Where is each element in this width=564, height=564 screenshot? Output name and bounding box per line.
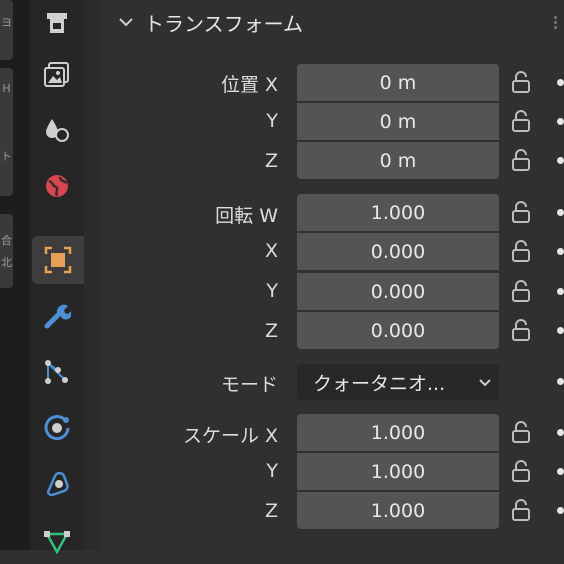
constraints-tab[interactable]	[30, 460, 84, 508]
lock-icon[interactable]	[510, 420, 532, 444]
keyframe-dot[interactable]	[557, 79, 564, 86]
keyframe-dot[interactable]	[557, 209, 564, 216]
world-tab[interactable]	[30, 162, 84, 210]
lock-icon[interactable]	[510, 239, 532, 263]
chevron-down-icon	[479, 379, 491, 387]
properties-tab-column	[30, 0, 84, 554]
constraints-icon	[46, 471, 69, 497]
location-x-label: 位置 X	[220, 74, 278, 96]
modifier-tab[interactable]	[30, 292, 84, 340]
location-z-label: Z	[264, 150, 278, 172]
keyframe-dot[interactable]	[557, 118, 564, 125]
panel-header[interactable]: トランスフォーム	[100, 0, 564, 44]
wrench-icon	[44, 304, 71, 329]
rotation-z-label: Z	[264, 320, 278, 342]
drag-handle-icon[interactable]	[554, 14, 558, 30]
keyframe-dot[interactable]	[557, 429, 564, 436]
render-tab[interactable]	[30, 0, 84, 48]
lock-icon[interactable]	[510, 459, 532, 483]
sidebar-tab-label: ヨ	[1, 16, 12, 29]
location-x-field[interactable]: 0 m	[297, 64, 499, 101]
scale-z-label: Z	[264, 500, 278, 522]
lock-icon[interactable]	[510, 279, 532, 303]
sidebar-tab-label: H	[2, 82, 11, 95]
rotation-mode-value: クォータニオ...	[313, 372, 446, 395]
rotation-x-label: X	[264, 240, 278, 262]
scale-x-field[interactable]: 1.000	[297, 414, 499, 451]
rotation-y-field[interactable]: 0.000	[297, 273, 499, 310]
lock-icon[interactable]	[510, 70, 532, 94]
keyframe-dot[interactable]	[557, 248, 564, 255]
sidebar-tab[interactable]: ヨ	[0, 0, 13, 60]
rotation-mode-dropdown[interactable]: クォータニオ...	[297, 364, 499, 400]
rotation-w-field[interactable]: 1.000	[297, 194, 499, 231]
scale-y-field[interactable]: 1.000	[297, 453, 499, 490]
lock-icon[interactable]	[510, 498, 532, 522]
particles-tab[interactable]	[30, 348, 84, 396]
location-y-label: Y	[266, 110, 278, 132]
keyframe-dot[interactable]	[557, 288, 564, 295]
keyframe-dot[interactable]	[557, 468, 564, 475]
rotation-x-field[interactable]: 0.000	[297, 233, 499, 270]
location-z-field[interactable]: 0 m	[297, 142, 499, 179]
render-icon	[47, 13, 67, 33]
output-icon	[44, 62, 69, 87]
panel-gutter	[84, 0, 100, 550]
keyframe-dot[interactable]	[557, 157, 564, 164]
object-icon	[44, 246, 72, 274]
world-icon	[46, 175, 68, 197]
keyframe-dot[interactable]	[557, 378, 564, 385]
transform-panel: トランスフォーム 位置 X 0 m Y 0 m Z 0 m 回転 W 1.000…	[100, 0, 564, 550]
data-tab[interactable]	[30, 516, 84, 564]
particles-icon	[45, 360, 68, 384]
lock-icon[interactable]	[510, 200, 532, 224]
rotation-w-label: 回転 W	[215, 205, 278, 227]
output-tab[interactable]	[30, 50, 84, 98]
physics-icon	[44, 415, 70, 441]
viewport-sidebar-tabs: ヨ H ト 合 北	[0, 0, 30, 550]
location-y-field[interactable]: 0 m	[297, 103, 499, 140]
rotation-mode-label: モード	[220, 374, 278, 396]
lock-icon[interactable]	[510, 318, 532, 342]
physics-tab[interactable]	[30, 404, 84, 452]
scale-z-field[interactable]: 1.000	[297, 492, 499, 529]
sidebar-tab[interactable]: H ト	[0, 68, 13, 196]
keyframe-dot[interactable]	[557, 507, 564, 514]
keyframe-dot[interactable]	[557, 327, 564, 334]
sidebar-tab[interactable]: 合 北	[0, 214, 13, 288]
sidebar-tab-label: 合	[1, 234, 12, 247]
scale-x-label: スケール X	[182, 425, 278, 447]
lock-icon[interactable]	[510, 148, 532, 172]
sidebar-tab-label: ト	[1, 150, 12, 163]
scale-y-label: Y	[266, 460, 278, 482]
rotation-y-label: Y	[266, 280, 278, 302]
rotation-z-field[interactable]: 0.000	[297, 312, 499, 349]
view-layer-tab[interactable]	[30, 106, 84, 154]
chevron-down-icon	[119, 18, 133, 27]
lock-icon[interactable]	[510, 109, 532, 133]
object-tab[interactable]	[32, 236, 84, 284]
sidebar-tab-label: 北	[1, 256, 12, 269]
view-layer-icon	[46, 119, 69, 142]
panel-title: トランスフォーム	[144, 12, 303, 36]
